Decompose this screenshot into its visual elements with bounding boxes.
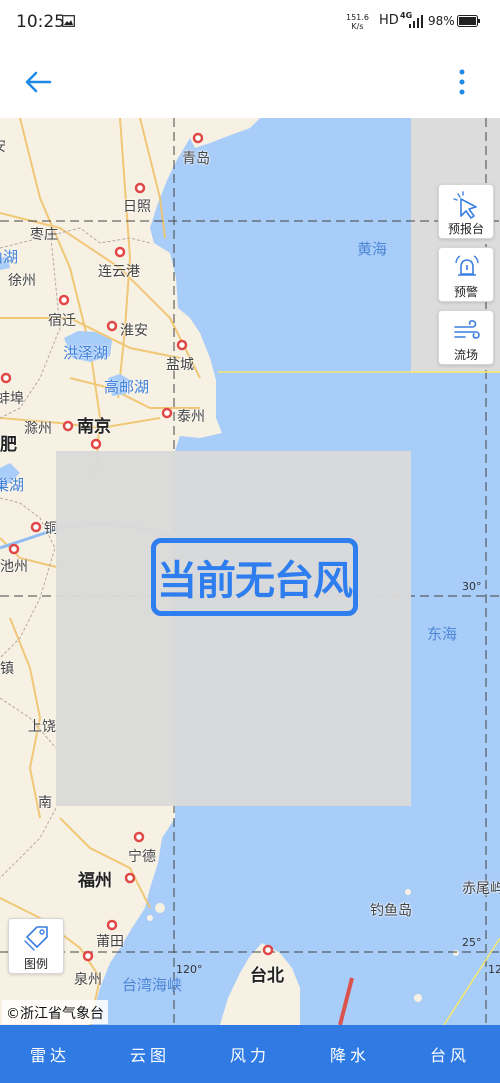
map-place-label: 滁州 <box>24 421 52 437</box>
nav-wind[interactable]: 风力 <box>200 1025 300 1083</box>
map-place-label: 青岛 <box>182 151 210 167</box>
cursor-click-icon <box>453 191 477 219</box>
status-time: 10:25 <box>16 12 65 32</box>
flow-field-button[interactable]: 流场 <box>438 310 494 365</box>
warning-button[interactable]: 预警 <box>438 247 494 302</box>
map-place-label: 淮安 <box>120 323 148 339</box>
map-place-label: 南 <box>38 795 52 811</box>
bottom-nav: 雷达 云图 风力 降水 台风 <box>0 1025 500 1083</box>
map-place-label: 福州 <box>78 871 112 891</box>
lake-label: 洪泽湖 <box>63 344 109 362</box>
map-place-label: 上饶 <box>28 719 56 735</box>
map-place-label: 安 <box>0 136 6 156</box>
nav-precipitation[interactable]: 降水 <box>300 1025 400 1083</box>
arrow-left-icon[interactable] <box>22 66 54 98</box>
map-place-label: 盐城 <box>166 357 194 373</box>
forecast-station-button[interactable]: 预报台 <box>438 184 494 239</box>
map-place-label: 德镇 <box>0 661 14 677</box>
legend-button[interactable]: 图例 <box>8 918 64 974</box>
gallery-icon <box>62 15 75 27</box>
flow-field-label: 流场 <box>453 348 478 362</box>
nav-typhoon[interactable]: 台风 <box>400 1025 500 1083</box>
lake-label: 巢湖 <box>0 476 25 494</box>
map-place-label: 莆田 <box>96 934 124 950</box>
map-place-label: 南京 <box>77 417 111 437</box>
lake-label: 山湖 <box>0 248 19 266</box>
battery-icon <box>457 15 480 27</box>
longitude-label: 120° <box>176 963 203 976</box>
signal-icon <box>409 15 423 28</box>
map-place-label: 池州 <box>0 559 28 575</box>
map-place-label: 肥 <box>0 435 17 455</box>
map-place-label: 徐州 <box>8 273 36 289</box>
no-typhoon-text: 当前无台风 <box>157 558 353 604</box>
more-vertical-icon[interactable] <box>448 66 476 98</box>
latitude-label: 25° <box>462 936 482 949</box>
map-place-label: 赤尾屿 <box>462 881 500 897</box>
sea-label: 台湾海峡 <box>122 976 183 994</box>
forecast-station-label: 预报台 <box>447 222 484 236</box>
typhoon-map[interactable]: 安 青岛 日照 枣庄 徐州 连云港 宿迁 淮安 盐城 蚌埠 滁州 南京 泰州 肥… <box>0 118 500 1025</box>
map-place-label: 泉州 <box>74 972 102 988</box>
app-bar <box>0 44 500 118</box>
no-typhoon-panel <box>56 451 411 806</box>
map-place-label: 台北 <box>250 966 284 986</box>
warning-label: 预警 <box>453 285 478 299</box>
latitude-label: 30° <box>462 580 482 593</box>
tag-icon <box>24 926 48 951</box>
legend-label: 图例 <box>23 957 48 971</box>
copyright-text: ©浙江省气象台 <box>2 1000 108 1024</box>
nav-cloud-image[interactable]: 云图 <box>100 1025 200 1083</box>
sea-label: 黄海 <box>357 240 388 258</box>
map-place-label: 钓鱼岛 <box>370 903 412 919</box>
nav-radar[interactable]: 雷达 <box>0 1025 100 1083</box>
sea-label: 东海 <box>427 625 458 643</box>
battery-percent: 98% <box>428 14 455 28</box>
map-place-label: 日照 <box>123 199 151 215</box>
hd-indicator: HD <box>379 13 399 28</box>
map-place-label: 宿迁 <box>48 313 76 329</box>
no-typhoon-stamp: 当前无台风 <box>151 538 358 616</box>
longitude-label: 12 <box>488 963 500 976</box>
map-place-label: 泰州 <box>177 409 205 425</box>
alarm-bell-icon <box>455 255 479 276</box>
map-place-label: 枣庄 <box>30 227 58 243</box>
map-place-label: 蚌埠 <box>0 391 24 407</box>
map-place-label: 连云港 <box>98 264 140 280</box>
map-place-label: 宁德 <box>128 849 156 865</box>
wind-icon <box>454 320 480 339</box>
lake-label: 高邮湖 <box>104 378 150 396</box>
status-bar: 10:25 151.6 K/s HD 4G 98% <box>0 0 500 44</box>
network-speed: 151.6 K/s <box>346 13 369 31</box>
